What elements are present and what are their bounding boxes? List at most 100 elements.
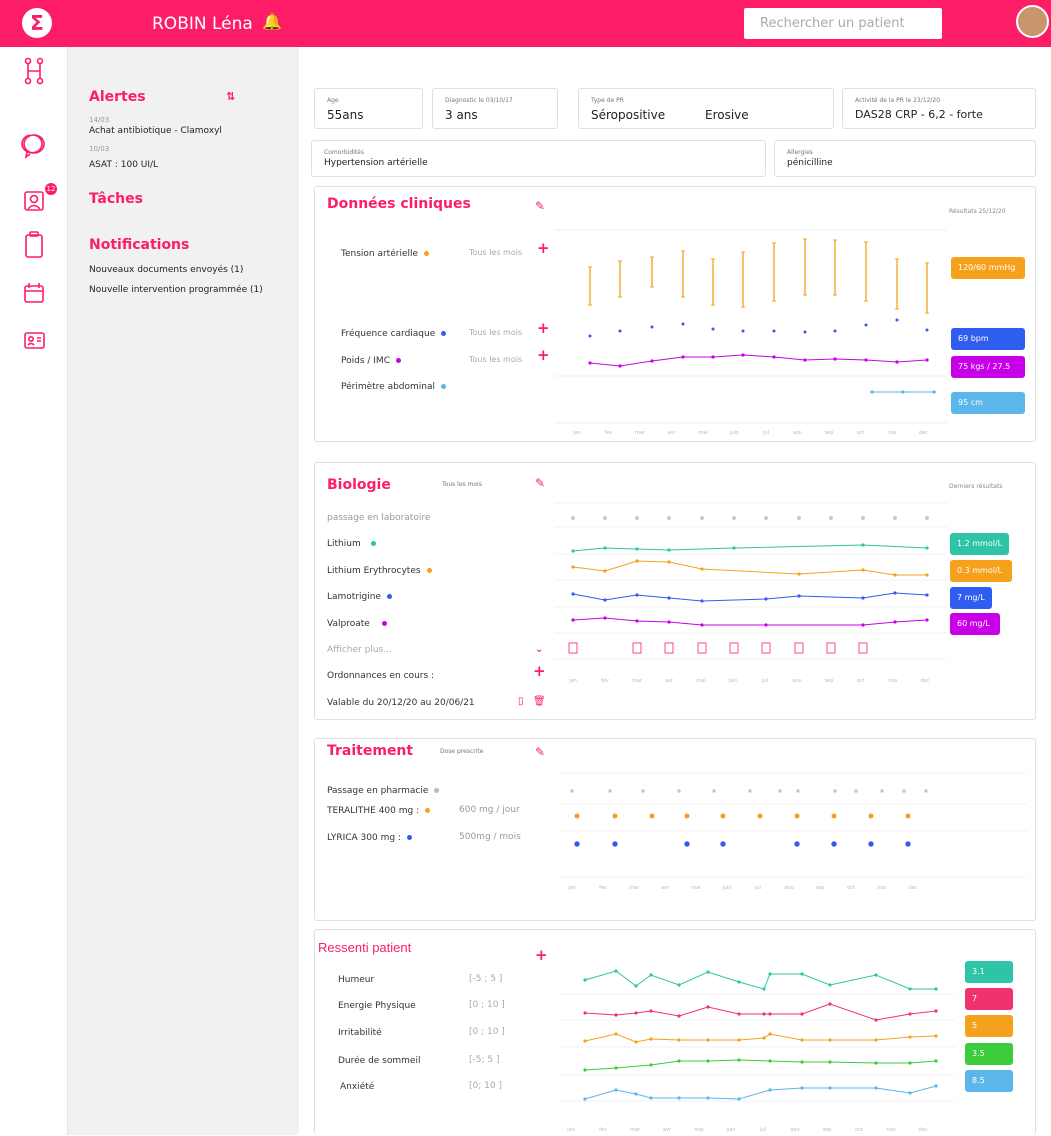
chat-icon[interactable] — [21, 134, 45, 159]
weight-point — [895, 360, 899, 364]
lab-visit-dot — [764, 516, 768, 520]
teralithe-dose-dot — [612, 813, 618, 819]
allergies-value: pénicilline — [787, 158, 833, 168]
document-icon — [729, 642, 739, 654]
sleep-point — [874, 1061, 878, 1065]
app-logo[interactable]: Σ — [22, 8, 52, 38]
waist-point — [932, 390, 936, 394]
anxiety-point — [800, 1086, 804, 1090]
month-tick-label: oct — [857, 430, 865, 436]
mood-point — [677, 983, 681, 987]
clipboard-icon[interactable] — [25, 231, 43, 258]
lab-visit-dot — [667, 516, 671, 520]
month-tick-label: mar — [629, 885, 640, 891]
lab-visit-dot — [925, 516, 929, 520]
energy-point — [908, 1012, 912, 1016]
anxiety-point — [908, 1091, 912, 1095]
weight-point — [803, 358, 807, 362]
month-tick-label: juin — [729, 430, 739, 436]
energy-point — [614, 1013, 618, 1017]
lithium-point — [925, 546, 929, 550]
lamotrigine-point — [893, 591, 897, 595]
month-tick-label: mai — [698, 430, 707, 436]
anxiety-point — [634, 1092, 638, 1096]
patient-name: ROBIN Léna — [152, 14, 253, 34]
anxiety-point — [934, 1084, 938, 1088]
teralithe-dose-dot — [649, 813, 655, 819]
pharmacy-visit-dot — [570, 789, 574, 793]
lyrica-dose-dot — [574, 841, 580, 847]
sleep-point — [583, 1068, 587, 1072]
pr-type-value-2: Erosive — [705, 108, 749, 122]
month-tick-label: dec — [909, 885, 918, 891]
clinical-chart: jan fev mar avr mai juin jul aou sep oct nov dec — [555, 229, 947, 436]
tasks-title[interactable]: Tâches — [89, 191, 143, 207]
weight-point — [864, 358, 868, 362]
sleep-value-pill: 3.5 — [965, 1043, 1013, 1065]
lyrica-dose-dot — [720, 841, 726, 847]
treatment-section: Traitement Dose prescrite ✎ Passage en p… — [314, 738, 1036, 921]
pharmacy-visit-dot — [924, 789, 928, 793]
diagnosis-value: 3 ans — [445, 108, 478, 122]
calendar-icon[interactable] — [24, 283, 44, 303]
valproate-point — [700, 623, 704, 627]
lamotrigine-point — [764, 597, 768, 601]
profile-icon[interactable] — [24, 191, 44, 211]
mood-value-pill: 3.1 — [965, 961, 1013, 983]
month-tick-label: avr — [665, 678, 674, 684]
anxiety-point — [828, 1086, 832, 1090]
notification-item[interactable]: Nouveaux documents envoyés (1) — [89, 265, 243, 275]
alert-date: 14/03 — [89, 116, 110, 124]
lyrica-dose-dot — [905, 841, 911, 847]
sleep-line — [584, 1059, 937, 1071]
weight-point — [833, 357, 837, 361]
energy-point — [706, 1005, 710, 1009]
network-icon[interactable] — [24, 57, 44, 85]
month-tick-label: avr — [667, 430, 676, 436]
top-header: Σ ROBIN Léna 🔔 Rechercher un patient — [0, 0, 1051, 47]
search-input[interactable]: Rechercher un patient — [744, 8, 942, 39]
mood-point — [908, 987, 912, 991]
teralithe-dose-dot — [574, 813, 580, 819]
sleep-point — [934, 1059, 938, 1063]
month-tick-label: oct — [857, 678, 865, 684]
main-content: Age 55ans Diagnostic le 03/10/17 3 ans T… — [299, 47, 1051, 1135]
alert-text[interactable]: Achat antibiotique - Clamoxyl — [89, 126, 222, 136]
weight-line — [589, 354, 928, 367]
sleep-point — [828, 1060, 832, 1064]
lab-visit-dot — [700, 516, 704, 520]
patient-feeling-section: Ressenti patient + Humeur [-5 ; 5 ] Ener… — [314, 929, 1036, 1135]
teralithe-dose-dot — [905, 813, 911, 819]
alerts-filter-icon[interactable]: ⇅ — [226, 90, 235, 103]
heart-rate-point — [833, 329, 837, 333]
bell-icon[interactable]: 🔔 — [262, 12, 282, 31]
waist-value-pill: 95 cm — [951, 392, 1025, 414]
anxiety-point — [874, 1086, 878, 1090]
mood-point — [583, 978, 587, 982]
heart-rate-point — [650, 325, 654, 329]
alert-text[interactable]: ASAT : 100 UI/L — [89, 160, 158, 170]
month-tick-label: sep — [823, 1127, 832, 1133]
lithium-value-pill: 1.2 mmol/L — [950, 533, 1009, 555]
month-tick-label: fev — [605, 430, 613, 436]
month-tick-label: jan — [567, 885, 576, 891]
left-panel: Alertes ⇅ 14/03 Achat antibiotique - Cla… — [68, 47, 299, 1135]
alert-date: 10/03 — [89, 145, 110, 153]
mood-point — [706, 970, 710, 974]
teralithe-dose-dot — [831, 813, 837, 819]
notification-item[interactable]: Nouvelle intervention programmée (1) — [89, 285, 263, 295]
mood-point — [649, 973, 653, 977]
chat-badge: 12 — [45, 183, 57, 195]
heart-rate-point — [925, 328, 929, 332]
heart-rate-point — [588, 334, 592, 338]
heart-rate-point — [772, 329, 776, 333]
heart-rate-point — [681, 322, 685, 326]
avatar[interactable] — [1016, 5, 1049, 38]
pr-activity-value: DAS28 CRP - 6,2 - forte — [855, 108, 983, 121]
energy-point — [762, 1012, 766, 1016]
lithium-erythrocytes-point — [571, 565, 575, 569]
id-card-icon[interactable] — [24, 332, 45, 349]
sleep-point — [737, 1058, 741, 1062]
pharmacy-visit-dot — [641, 789, 645, 793]
lab-visit-dot — [635, 516, 639, 520]
